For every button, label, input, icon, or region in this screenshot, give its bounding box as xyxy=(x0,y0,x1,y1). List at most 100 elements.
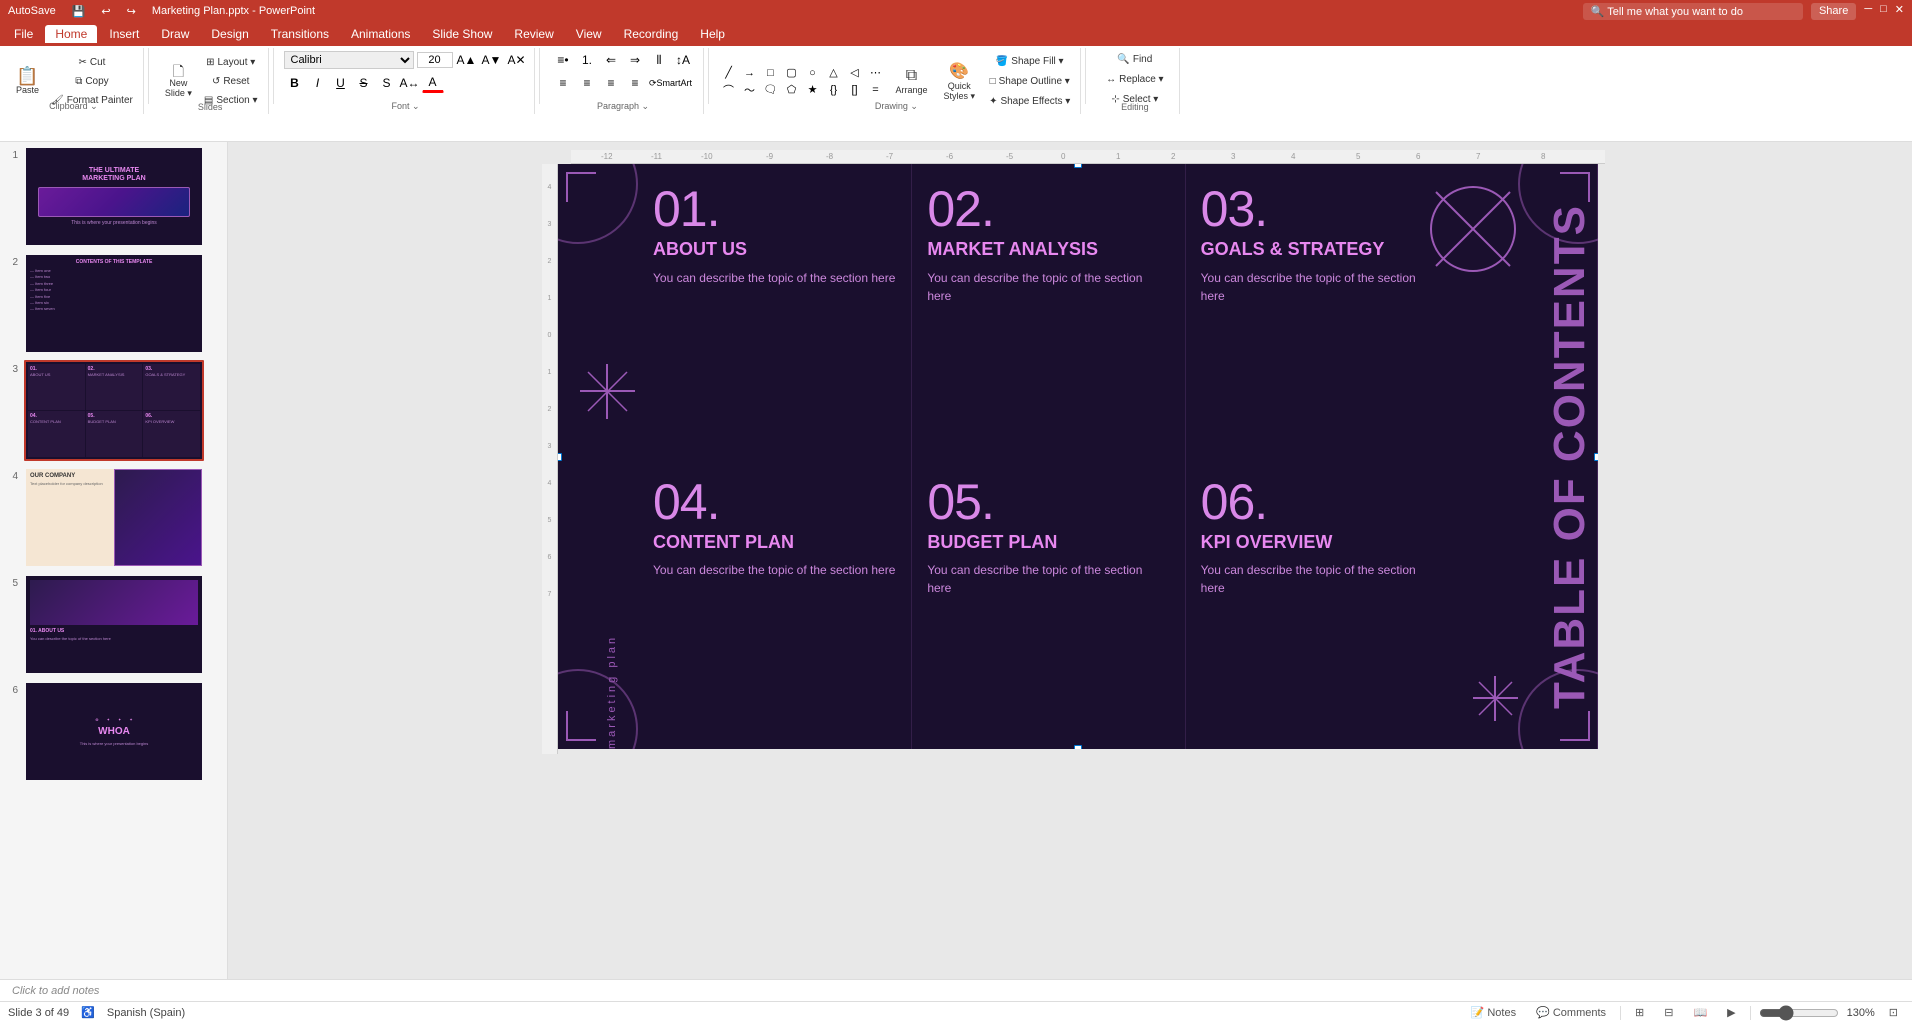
handle-right[interactable] xyxy=(1594,453,1598,461)
font-name-select[interactable]: Calibri xyxy=(284,51,414,69)
numbering-button[interactable]: 1. xyxy=(576,50,598,70)
minimize-icon[interactable]: ─ xyxy=(1864,3,1872,20)
slide-img-6[interactable]: ⊗✦✦✦ WHOA This is where your presentatio… xyxy=(24,681,204,782)
align-left-button[interactable]: ≡ xyxy=(552,73,574,93)
shape-pentagon[interactable]: ⬠ xyxy=(782,82,802,98)
align-justify-button[interactable]: ≡ xyxy=(624,73,646,93)
menu-help[interactable]: Help xyxy=(690,25,735,43)
maximize-icon[interactable]: □ xyxy=(1880,3,1887,20)
align-right-button[interactable]: ≡ xyxy=(600,73,622,93)
close-icon[interactable]: ✕ xyxy=(1895,3,1904,20)
shape-rect[interactable]: □ xyxy=(761,65,781,81)
editor-area[interactable]: -12 -11 -10 -9 -8 -7 -6 -5 0 1 2 3 4 5 6… xyxy=(228,142,1912,979)
shape-arrow-line[interactable]: → xyxy=(740,65,760,81)
reset-button[interactable]: ↺Reset xyxy=(200,72,262,90)
slide-thumb-5[interactable]: 5 01. ABOUT US You can describe the topi… xyxy=(4,574,223,675)
text-direction-button[interactable]: ↕A xyxy=(672,50,694,70)
accessibility-icon[interactable]: ♿ xyxy=(81,1006,95,1019)
increase-indent-button[interactable]: ⇒ xyxy=(624,50,646,70)
s3-cell4: 04.CONTENT PLAN xyxy=(28,411,85,457)
reading-view-button[interactable]: 📖 xyxy=(1687,1005,1713,1020)
slide-thumb-6[interactable]: 6 ⊗✦✦✦ WHOA This is where your presentat… xyxy=(4,681,223,782)
shape-triangle[interactable]: △ xyxy=(824,65,844,81)
bold-button[interactable]: B xyxy=(284,73,306,93)
menu-view[interactable]: View xyxy=(566,25,612,43)
slide-sorter-button[interactable]: ⊟ xyxy=(1658,1005,1679,1020)
slide-img-3[interactable]: 01.ABOUT US 02.MARKET ANALYSIS 03.GOALS … xyxy=(24,360,204,461)
save-icon[interactable]: 💾 xyxy=(72,5,86,18)
shadow-button[interactable]: S xyxy=(376,73,398,93)
shape-star[interactable]: ★ xyxy=(803,82,823,98)
slide-thumb-1[interactable]: 1 THE ULTIMATEMARKETING PLAN This is whe… xyxy=(4,146,223,247)
slide-img-1[interactable]: THE ULTIMATEMARKETING PLAN This is where… xyxy=(24,146,204,247)
smartart-button[interactable]: ⟳SmartArt xyxy=(648,73,693,93)
copy-button[interactable]: ⧉Copy xyxy=(47,72,137,90)
handle-top[interactable] xyxy=(1074,164,1082,168)
zoom-slider[interactable] xyxy=(1759,1005,1839,1021)
search-bar[interactable]: 🔍 Tell me what you want to do xyxy=(1583,3,1803,20)
shape-fill-button[interactable]: 🪣Shape Fill ▾ xyxy=(985,52,1074,70)
decrease-indent-button[interactable]: ⇐ xyxy=(600,50,622,70)
strikethrough-button[interactable]: S xyxy=(353,73,375,93)
bullets-button[interactable]: ≡• xyxy=(552,50,574,70)
italic-button[interactable]: I xyxy=(307,73,329,93)
ribbon-group-font: Calibri A▲ A▼ A✕ B I U S S A↔ A Font ⌄ xyxy=(278,48,535,114)
shape-curve[interactable]: ⌒ xyxy=(719,82,739,98)
slide-main[interactable]: TABLE OF CONTENTS Marketing plan 01. ABO… xyxy=(558,164,1598,749)
handle-left[interactable] xyxy=(558,453,562,461)
char-spacing-button[interactable]: A↔ xyxy=(399,73,421,93)
notes-bar[interactable]: Click to add notes xyxy=(0,979,1912,1001)
new-slide-button[interactable]: 🗋 New Slide ▾ xyxy=(159,53,198,109)
slide-thumb-2[interactable]: 2 CONTENTS OF THIS TEMPLATE — Item one— … xyxy=(4,253,223,354)
columns-button[interactable]: ⫴ xyxy=(648,50,670,70)
shape-line[interactable]: ╱ xyxy=(719,65,739,81)
shape-callout[interactable]: 🗨 xyxy=(761,82,781,98)
redo-icon[interactable]: ↪ xyxy=(127,5,136,18)
fit-slide-button[interactable]: ⊡ xyxy=(1883,1005,1904,1020)
menu-design[interactable]: Design xyxy=(201,25,258,43)
shape-brace[interactable]: {} xyxy=(824,82,844,98)
menu-transitions[interactable]: Transitions xyxy=(261,25,339,43)
slideshow-button[interactable]: ▶ xyxy=(1721,1005,1741,1020)
slide-img-5[interactable]: 01. ABOUT US You can describe the topic … xyxy=(24,574,204,675)
font-size-input[interactable] xyxy=(417,52,453,68)
underline-button[interactable]: U xyxy=(330,73,352,93)
shape-rounded-rect[interactable]: ▢ xyxy=(782,65,802,81)
align-center-button[interactable]: ≡ xyxy=(576,73,598,93)
menu-recording[interactable]: Recording xyxy=(614,25,689,43)
shape-freeform[interactable]: 〜 xyxy=(740,82,760,98)
menu-file[interactable]: File xyxy=(4,25,43,43)
menu-review[interactable]: Review xyxy=(504,25,563,43)
menu-insert[interactable]: Insert xyxy=(99,25,149,43)
slide-img-2[interactable]: CONTENTS OF THIS TEMPLATE — Item one— It… xyxy=(24,253,204,354)
find-button[interactable]: 🔍Find xyxy=(1102,50,1168,68)
slide-thumb-4[interactable]: 4 OUR COMPANY Text placeholder for compa… xyxy=(4,467,223,568)
layout-button[interactable]: ⊞Layout ▾ xyxy=(200,53,262,71)
menu-animations[interactable]: Animations xyxy=(341,25,420,43)
shape-eq[interactable]: = xyxy=(866,82,886,98)
shape-more[interactable]: ⋯ xyxy=(866,65,886,81)
shape-outline-button[interactable]: □Shape Outline ▾ xyxy=(985,72,1074,90)
font-increase-button[interactable]: A▲ xyxy=(456,50,478,70)
normal-view-button[interactable]: ⊞ xyxy=(1629,1005,1650,1020)
notes-button[interactable]: 📝 Notes xyxy=(1465,1005,1523,1020)
comments-button[interactable]: 💬 Comments xyxy=(1530,1005,1612,1020)
replace-button[interactable]: ↔Replace ▾ xyxy=(1102,70,1168,88)
slide-img-4[interactable]: OUR COMPANY Text placeholder for company… xyxy=(24,467,204,568)
shape-rtriangle[interactable]: ◁ xyxy=(845,65,865,81)
font-decrease-button[interactable]: A▼ xyxy=(481,50,503,70)
menu-slideshow[interactable]: Slide Show xyxy=(422,25,502,43)
clear-format-button[interactable]: A✕ xyxy=(506,50,528,70)
menu-home[interactable]: Home xyxy=(45,25,97,43)
menu-draw[interactable]: Draw xyxy=(151,25,199,43)
handle-bottom[interactable] xyxy=(1074,745,1082,749)
cut-button[interactable]: ✂Cut xyxy=(47,53,137,71)
shape-bracket[interactable]: [] xyxy=(845,82,865,98)
slide-panel[interactable]: 1 THE ULTIMATEMARKETING PLAN This is whe… xyxy=(0,142,228,979)
notes-placeholder[interactable]: Click to add notes xyxy=(12,985,99,997)
slide-thumb-3[interactable]: 3 01.ABOUT US 02.MARKET ANALYSIS 03.GOAL… xyxy=(4,360,223,461)
share-button[interactable]: Share xyxy=(1811,3,1856,20)
undo-icon[interactable]: ↩ xyxy=(101,5,110,18)
shape-oval[interactable]: ○ xyxy=(803,65,823,81)
font-color-button[interactable]: A xyxy=(422,73,444,93)
